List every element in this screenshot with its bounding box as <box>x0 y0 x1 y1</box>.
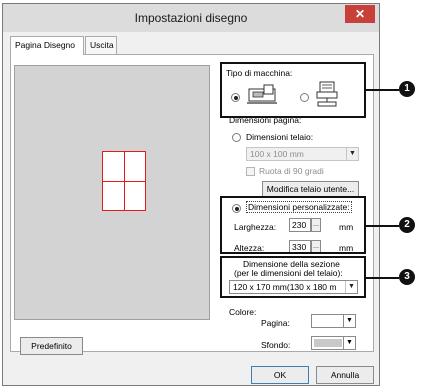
cancel-button[interactable]: Annulla <box>316 366 374 384</box>
title-bar: Impostazioni disegno ✕ <box>3 4 379 32</box>
background-color-select[interactable]: ▼ <box>311 336 356 350</box>
callout-connector-3 <box>366 277 399 279</box>
hoop-size-value: 100 x 100 mm <box>250 149 304 159</box>
background-color-swatch <box>314 339 342 347</box>
default-button[interactable]: Predefinito <box>20 337 83 355</box>
tab-design-page[interactable]: Pagina Disegno <box>10 36 84 55</box>
rotate-90-label: Ruota di 90 gradi <box>259 166 324 176</box>
callout-number-1: 1 <box>399 81 415 97</box>
chevron-down-icon: ▼ <box>346 148 358 160</box>
section-divider-horizontal <box>103 181 145 182</box>
design-page-preview <box>14 65 210 320</box>
dialog-title: Impostazioni disegno <box>134 11 248 25</box>
ok-button[interactable]: OK <box>251 366 309 384</box>
callout-number-3: 3 <box>399 269 415 285</box>
callout-box-section-size <box>220 256 366 298</box>
close-icon: ✕ <box>354 7 366 21</box>
callout-box-custom-size <box>220 196 366 254</box>
close-button[interactable]: ✕ <box>345 5 375 23</box>
modify-user-hoop-button[interactable]: Modifica telaio utente... <box>262 181 359 197</box>
page-outline <box>102 151 146 211</box>
hoop-size-radio[interactable] <box>232 133 241 142</box>
hoop-size-label: Dimensioni telaio: <box>246 132 314 142</box>
callout-box-machine-type <box>220 62 366 118</box>
chevron-down-icon: ▼ <box>343 315 355 327</box>
hoop-size-select[interactable]: 100 x 100 mm ▼ <box>246 147 359 161</box>
background-color-label: Sfondo: <box>261 340 291 350</box>
callout-number-2: 2 <box>399 217 415 233</box>
tab-output[interactable]: Uscita <box>85 36 117 54</box>
color-label: Colore: <box>229 307 257 317</box>
rotate-90-checkbox[interactable] <box>246 167 255 176</box>
page-color-select[interactable]: ▼ <box>311 314 356 328</box>
chevron-down-icon: ▼ <box>343 337 355 349</box>
callout-connector-2 <box>366 225 399 227</box>
callout-connector-1 <box>366 89 399 91</box>
page-color-label: Pagina: <box>261 318 290 328</box>
